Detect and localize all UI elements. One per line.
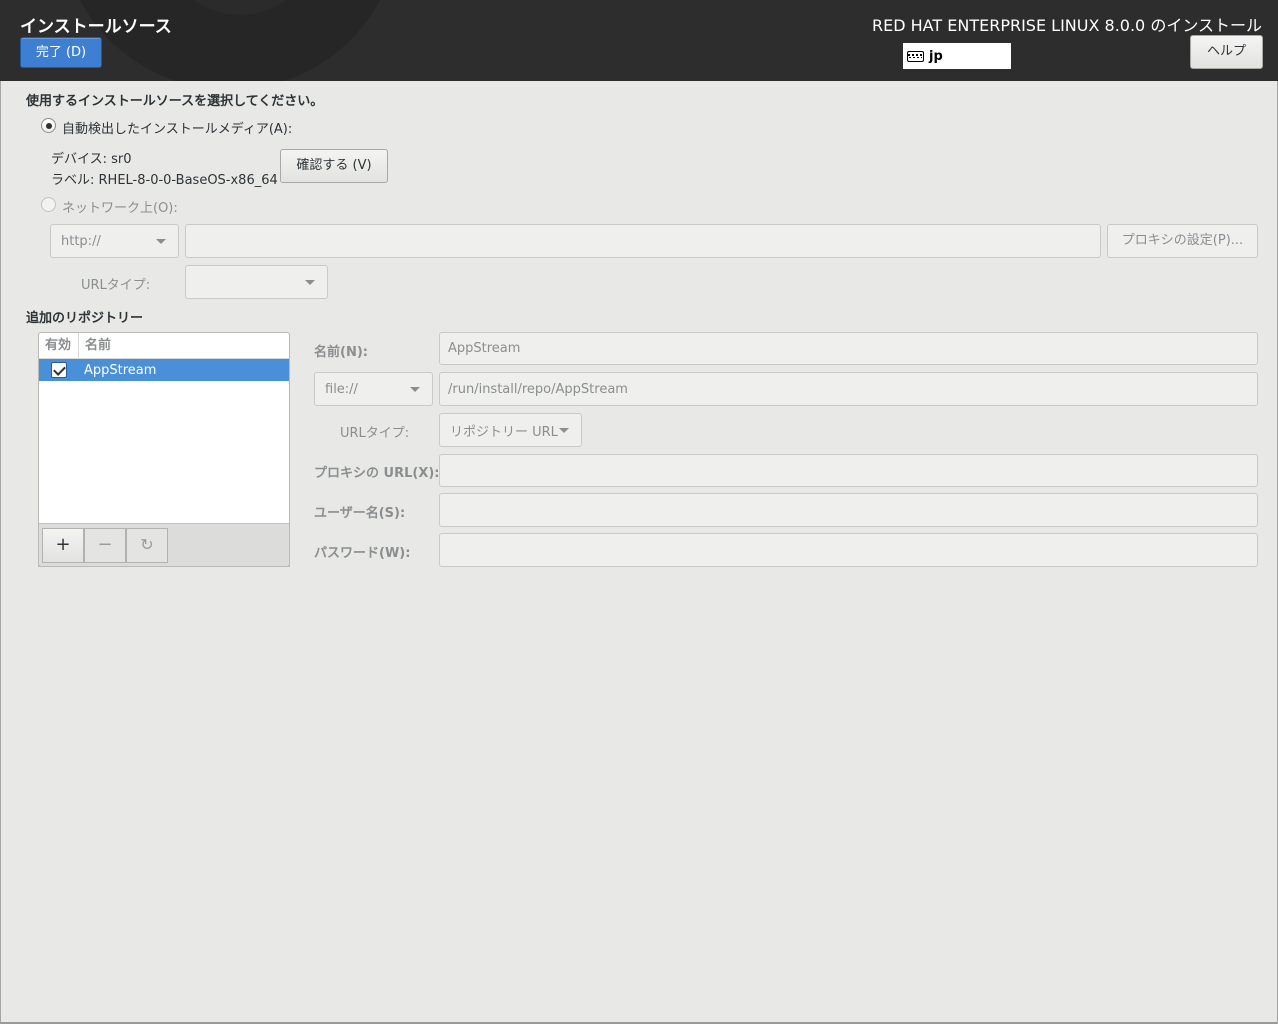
network-url-type-label: URLタイプ: — [81, 278, 151, 293]
network-protocol-combo[interactable]: http:// — [50, 224, 179, 258]
password-input[interactable] — [439, 533, 1258, 567]
proxy-settings-button[interactable]: プロキシの設定(P)... — [1107, 224, 1258, 258]
verify-button[interactable]: 確認する (V) — [280, 149, 388, 183]
chevron-down-icon — [156, 239, 166, 244]
username-label: ユーザー名(S): — [314, 506, 406, 521]
product-title: RED HAT ENTERPRISE LINUX 8.0.0 のインストール — [872, 16, 1262, 35]
network-label[interactable]: ネットワーク上(O): — [62, 197, 178, 216]
keyboard-layout-indicator[interactable]: jp — [903, 43, 1011, 69]
network-url-type-combo[interactable] — [185, 265, 328, 299]
repo-url-type-label: URLタイプ: — [340, 426, 410, 441]
revert-repo-button[interactable]: ↻ — [126, 528, 168, 563]
repo-list-header: 有効 名前 — [39, 333, 289, 359]
source-prompt: 使用するインストールソースを選択してください。 — [26, 94, 324, 109]
network-protocol-value: http:// — [61, 233, 101, 249]
repo-url-input[interactable]: /run/install/repo/AppStream — [439, 372, 1258, 406]
additional-repos-title: 追加のリポジトリー — [26, 311, 144, 326]
repo-name: AppStream — [84, 362, 157, 378]
spoke-title: インストールソース — [20, 17, 172, 37]
repo-protocol-value: file:// — [325, 381, 358, 397]
column-header-name[interactable]: 名前 — [79, 333, 111, 358]
column-header-enabled[interactable]: 有効 — [39, 333, 79, 358]
repo-protocol-combo[interactable]: file:// — [314, 372, 433, 406]
keyboard-icon — [907, 50, 924, 62]
device-text: デバイス: sr0 — [51, 152, 132, 167]
keyboard-layout-label: jp — [929, 48, 943, 64]
proxy-url-input[interactable] — [439, 454, 1258, 487]
media-label-text: ラベル: RHEL-8-0-0-BaseOS-x86_64 — [51, 173, 278, 188]
done-button[interactable]: 完了 (D) — [20, 37, 102, 68]
help-button[interactable]: ヘルプ — [1190, 35, 1263, 69]
repo-enabled-checkbox[interactable] — [51, 362, 67, 378]
username-input[interactable] — [439, 493, 1258, 527]
repo-list-toolbar: + − ↻ — [38, 523, 290, 567]
add-repo-button[interactable]: + — [42, 528, 84, 563]
auto-media-label[interactable]: 自動検出したインストールメディア(A): — [62, 118, 292, 137]
chevron-down-icon — [559, 428, 569, 433]
repo-url-type-combo[interactable]: リポジトリー URL — [439, 413, 582, 447]
repo-row[interactable]: AppStream — [39, 359, 289, 381]
network-radio[interactable] — [41, 197, 56, 212]
network-url-input[interactable] — [185, 224, 1101, 258]
auto-media-radio[interactable] — [41, 118, 56, 133]
spoke-content: 使用するインストールソースを選択してください。 自動検出したインストールメディア… — [0, 81, 1278, 1024]
proxy-url-label: プロキシの URL(X): — [314, 466, 440, 481]
repo-url-type-value: リポジトリー URL — [450, 424, 558, 440]
chevron-down-icon — [305, 280, 315, 285]
chevron-down-icon — [410, 387, 420, 392]
repo-name-input[interactable]: AppStream — [439, 332, 1258, 365]
remove-repo-button[interactable]: − — [84, 528, 126, 563]
header-bar: インストールソース 完了 (D) RED HAT ENTERPRISE LINU… — [0, 0, 1278, 81]
repo-name-label: 名前(N): — [314, 345, 368, 360]
password-label: パスワード(W): — [314, 546, 411, 561]
